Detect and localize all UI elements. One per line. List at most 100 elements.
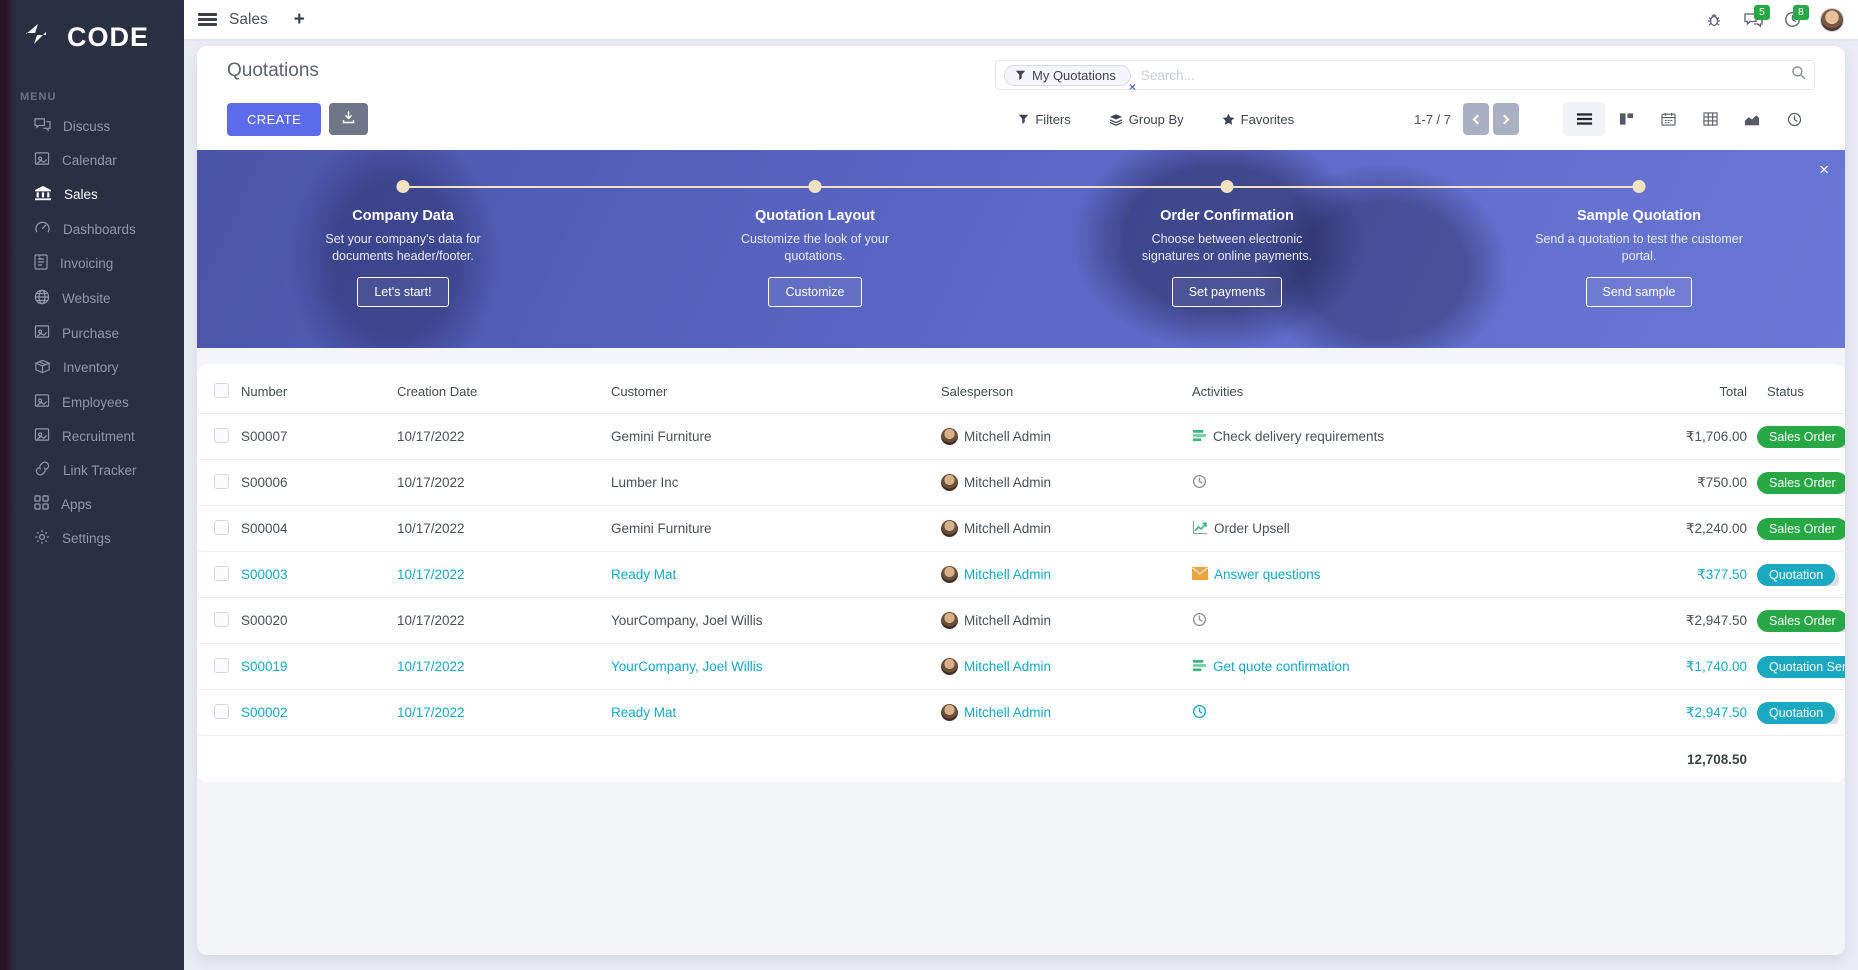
sidebar-item-inventory[interactable]: Inventory xyxy=(0,350,184,385)
breadcrumb[interactable]: Sales xyxy=(229,11,268,29)
activity-clock-icon[interactable]: 8 xyxy=(1781,9,1803,31)
user-avatar[interactable] xyxy=(1820,8,1844,32)
search-icon[interactable] xyxy=(1791,65,1806,85)
sidebar-item-sales[interactable]: Sales xyxy=(0,177,184,212)
sidebar-item-dashboards[interactable]: Dashboards xyxy=(0,212,184,246)
row-date: 10/17/2022 xyxy=(397,659,611,674)
list-view-button[interactable] xyxy=(1563,102,1605,136)
group-by-button[interactable]: Group By xyxy=(1109,112,1184,127)
table-row[interactable]: S00006 10/17/2022 Lumber Inc Mitchell Ad… xyxy=(197,460,1845,506)
layers-icon xyxy=(1109,113,1123,126)
sidebar-item-label: Recruitment xyxy=(62,429,135,444)
filter-funnel-icon xyxy=(1018,114,1029,125)
filter-funnel-icon xyxy=(1015,70,1026,81)
tasks-activity-icon[interactable] xyxy=(1192,658,1207,676)
calendar-view-button[interactable] xyxy=(1647,102,1689,136)
filters-button[interactable]: Filters xyxy=(1018,112,1070,127)
mail-activity-icon[interactable] xyxy=(1192,567,1208,583)
table-row[interactable]: S00019 10/17/2022 YourCompany, Joel Will… xyxy=(197,644,1845,690)
row-checkbox[interactable] xyxy=(214,474,229,489)
search-facet[interactable]: My Quotations × xyxy=(1004,65,1131,86)
row-number: S00003 xyxy=(241,567,397,582)
create-button[interactable]: CREATE xyxy=(227,103,321,136)
row-salesperson: Mitchell Admin xyxy=(964,705,1051,720)
row-checkbox[interactable] xyxy=(214,704,229,719)
column-header-salesperson[interactable]: Salesperson xyxy=(941,384,1192,399)
column-header-customer[interactable]: Customer xyxy=(611,384,941,399)
sidebar-item-employees[interactable]: Employees xyxy=(0,385,184,419)
kanban-view-button[interactable] xyxy=(1605,102,1647,136)
row-checkbox[interactable] xyxy=(214,566,229,581)
select-all-checkbox[interactable] xyxy=(214,383,229,398)
facet-remove-icon[interactable]: × xyxy=(1129,80,1136,94)
sidebar-item-recruitment[interactable]: Recruitment xyxy=(0,419,184,453)
row-activity[interactable]: Get quote confirmation xyxy=(1213,659,1350,674)
column-header-total[interactable]: Total xyxy=(1555,384,1757,399)
table-row[interactable]: S00020 10/17/2022 YourCompany, Joel Will… xyxy=(197,598,1845,644)
table-row[interactable]: S00004 10/17/2022 Gemini Furniture Mitch… xyxy=(197,506,1845,552)
search-input[interactable] xyxy=(1141,68,1791,83)
row-activity[interactable]: Check delivery requirements xyxy=(1213,429,1384,444)
column-header-date[interactable]: Creation Date xyxy=(397,384,611,399)
table-row[interactable]: S00007 10/17/2022 Gemini Furniture Mitch… xyxy=(197,414,1845,460)
row-activity[interactable]: Order Upsell xyxy=(1214,521,1290,536)
row-salesperson: Mitchell Admin xyxy=(964,613,1051,628)
sidebar-item-purchase[interactable]: Purchase xyxy=(0,316,184,350)
clock-activity-icon[interactable] xyxy=(1192,474,1207,492)
sidebar-item-link-tracker[interactable]: Link Tracker xyxy=(0,453,184,487)
hamburger-menu-icon[interactable] xyxy=(198,13,217,26)
sidebar-item-settings[interactable]: Settings xyxy=(0,521,184,556)
facet-label: My Quotations xyxy=(1032,68,1116,83)
row-date: 10/17/2022 xyxy=(397,705,611,720)
sidebar-item-discuss[interactable]: Discuss xyxy=(0,109,184,143)
row-checkbox[interactable] xyxy=(214,428,229,443)
control-panel: Quotations My Quotations × CREATE xyxy=(197,46,1845,348)
favorites-button[interactable]: Favorites xyxy=(1222,112,1294,127)
row-customer: Gemini Furniture xyxy=(611,429,941,444)
column-header-number[interactable]: Number xyxy=(241,384,397,399)
table-row[interactable]: S00002 10/17/2022 Ready Mat Mitchell Adm… xyxy=(197,690,1845,736)
onboarding-step-quotation-layout: Quotation Layout Customize the look of y… xyxy=(609,150,1021,348)
clock-activity-icon[interactable] xyxy=(1192,704,1207,722)
column-header-status[interactable]: Status xyxy=(1757,384,1845,399)
column-header-activities[interactable]: Activities xyxy=(1192,384,1555,399)
sidebar-item-website[interactable]: Website xyxy=(0,281,184,316)
pager-previous-button[interactable] xyxy=(1463,103,1489,135)
sidebar-item-invoicing[interactable]: $ Invoicing xyxy=(0,246,184,281)
messages-icon[interactable]: 5 xyxy=(1742,9,1764,31)
row-salesperson: Mitchell Admin xyxy=(964,475,1051,490)
row-salesperson: Mitchell Admin xyxy=(964,659,1051,674)
table-row[interactable]: S00003 10/17/2022 Ready Mat Mitchell Adm… xyxy=(197,552,1845,598)
row-checkbox[interactable] xyxy=(214,658,229,673)
sidebar-item-apps[interactable]: Apps xyxy=(0,487,184,521)
new-tab-button[interactable]: + xyxy=(294,9,305,31)
chart-activity-icon[interactable] xyxy=(1192,520,1208,538)
activity-view-button[interactable] xyxy=(1773,102,1815,136)
send-sample-button[interactable]: Send sample xyxy=(1586,277,1693,307)
menu-label: MENU xyxy=(0,53,184,109)
calendar-icon xyxy=(34,151,50,169)
customize-button[interactable]: Customize xyxy=(768,277,861,307)
topbar: Sales + 5 8 xyxy=(184,0,1858,39)
lets-start-button[interactable]: Let's start! xyxy=(357,277,448,307)
debug-bug-icon[interactable] xyxy=(1703,9,1725,31)
set-payments-button[interactable]: Set payments xyxy=(1172,277,1282,307)
sidebar-item-calendar[interactable]: Calendar xyxy=(0,143,184,177)
grand-total: 12,708.50 xyxy=(1555,752,1757,767)
row-checkbox[interactable] xyxy=(214,520,229,535)
pivot-view-button[interactable] xyxy=(1689,102,1731,136)
row-salesperson: Mitchell Admin xyxy=(964,567,1051,582)
app-logo[interactable]: CODE xyxy=(0,0,184,53)
tasks-activity-icon[interactable] xyxy=(1192,428,1207,446)
pager-next-button[interactable] xyxy=(1493,103,1519,135)
row-activity[interactable]: Answer questions xyxy=(1214,567,1321,582)
step-title: Order Confirmation xyxy=(1021,208,1433,224)
clock-activity-icon[interactable] xyxy=(1192,612,1207,630)
search-bar[interactable]: My Quotations × xyxy=(995,60,1815,90)
status-badge: Sales Order xyxy=(1757,610,1845,632)
step-title: Sample Quotation xyxy=(1433,208,1845,224)
export-button[interactable] xyxy=(329,103,368,135)
graph-view-button[interactable] xyxy=(1731,102,1773,136)
row-checkbox[interactable] xyxy=(214,612,229,627)
status-badge: Sales Order xyxy=(1757,472,1845,494)
